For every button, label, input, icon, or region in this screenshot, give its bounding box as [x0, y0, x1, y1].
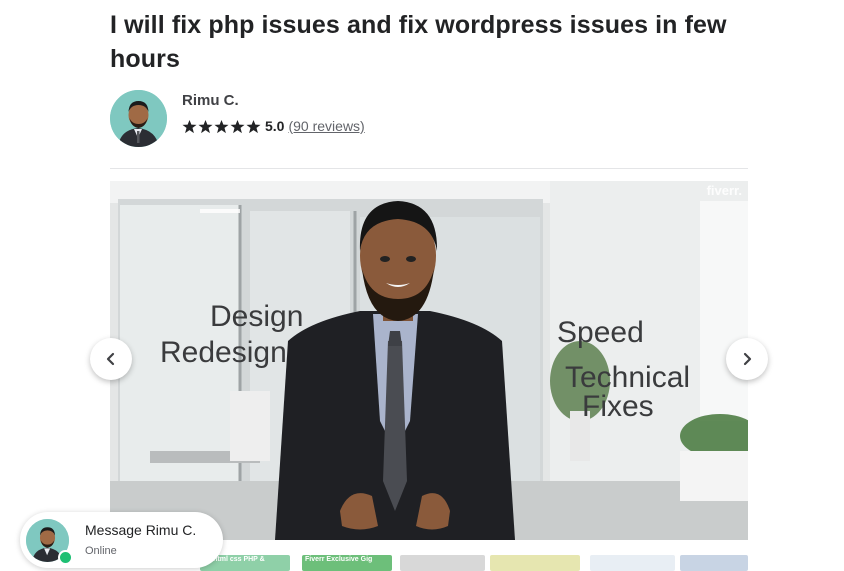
gallery-next-button[interactable]	[726, 338, 768, 380]
reviews-link[interactable]: (90 reviews)	[288, 118, 364, 134]
seller-avatar[interactable]	[110, 90, 167, 147]
gallery-thumbnail[interactable]	[490, 555, 580, 571]
seller-photo	[110, 90, 167, 147]
gig-title: I will fix php issues and fix wordpress …	[110, 11, 727, 73]
overlay-text-redesign: Redesign	[160, 336, 287, 369]
chevron-right-icon	[743, 352, 752, 366]
chat-title: Message Rimu C.	[85, 522, 197, 538]
gallery-thumbnail[interactable]	[400, 555, 485, 571]
message-seller-bubble[interactable]: Message Rimu C. Online	[20, 512, 223, 568]
chat-status: Online	[85, 545, 117, 557]
gallery-prev-button[interactable]	[90, 338, 132, 380]
fiverr-watermark: fiverr.	[706, 183, 742, 198]
rating-score: 5.0	[265, 118, 285, 134]
thumbnail-caption: Fiverr Exclusive Gig	[305, 556, 373, 563]
star-rating	[182, 119, 261, 134]
star-icon	[214, 119, 229, 133]
overlay-text-speed: Speed	[557, 316, 644, 349]
star-icon	[230, 119, 245, 133]
chevron-left-icon	[106, 352, 115, 366]
overlay-text-fixes: Fixes	[582, 390, 654, 423]
gallery-thumbnail[interactable]	[680, 555, 748, 571]
seller-overview: Rimu C. 5.0 (90 reviews)	[110, 90, 510, 148]
online-status-dot	[58, 550, 73, 565]
star-icon	[198, 119, 213, 133]
divider	[110, 168, 748, 169]
seller-name[interactable]: Rimu C.	[182, 92, 239, 109]
gallery-thumbnail[interactable]: Fiverr Exclusive Gig	[302, 555, 392, 571]
star-icon	[182, 119, 197, 133]
overlay-text-design: Design	[210, 300, 304, 333]
star-icon	[246, 119, 261, 133]
rating-row: 5.0 (90 reviews)	[182, 118, 365, 134]
gallery-thumbnail[interactable]	[590, 555, 675, 571]
gallery-main-image[interactable]: fiverr. Design Redesign Speed Technical …	[110, 181, 748, 540]
